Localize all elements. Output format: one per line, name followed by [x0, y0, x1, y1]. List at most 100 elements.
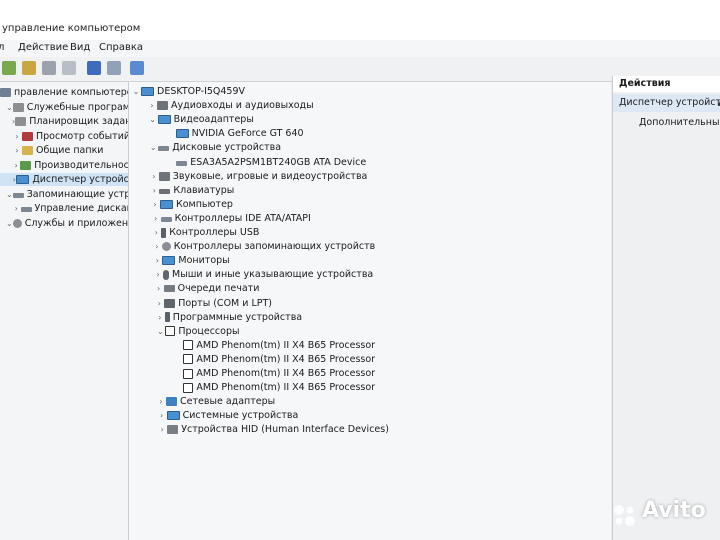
console-tree-label: Службы и приложения — [24, 217, 129, 229]
device-category[interactable]: › Аудиовходы и аудиовыходы — [147, 99, 313, 112]
watermark-text: Avito — [642, 498, 706, 523]
device-category-label: Устройства HID (Human Interface Devices) — [181, 424, 389, 436]
device-item[interactable]: NVIDIA GeForce GT 640 — [175, 127, 304, 140]
device-category[interactable]: › Программные устройства — [155, 311, 302, 324]
expand-chevron-icon[interactable]: ⌄ — [6, 103, 13, 112]
device-category[interactable]: › Порты (COM и LPT) — [154, 297, 272, 310]
disk-icon — [176, 160, 188, 166]
device-item-label: AMD Phenom(tm) II X4 B65 Processor — [196, 368, 376, 379]
collapse-chevron-icon[interactable]: ⌄ — [148, 115, 158, 124]
expand-chevron-icon[interactable]: › — [154, 284, 164, 293]
menu-help[interactable]: Справка — [99, 42, 143, 53]
tree-node-icon — [16, 175, 30, 184]
menu-file-fragment[interactable]: л — [0, 42, 4, 53]
device-tree-root[interactable]: ⌄ DESKTOP-I5Q459V — [131, 85, 245, 98]
back-icon[interactable] — [2, 61, 16, 75]
actions-more[interactable]: Дополнительные — [639, 117, 720, 128]
device-item[interactable]: AMD Phenom(tm) II X4 B65 Processor — [183, 353, 375, 366]
help-icon[interactable] — [87, 61, 101, 75]
device-item[interactable]: AMD Phenom(tm) II X4 B65 Processor — [183, 367, 375, 380]
console-tree-label: Планировщик заданий — [29, 116, 128, 127]
show-hide-tree-icon[interactable] — [42, 61, 56, 75]
menu-action[interactable]: Действие — [18, 42, 68, 53]
device-category[interactable]: › Контроллеры USB — [151, 226, 260, 239]
console-tree-label: Общие папки — [36, 145, 104, 156]
expand-chevron-icon[interactable]: › — [149, 186, 159, 195]
expand-chevron-icon[interactable]: › — [155, 313, 165, 322]
menu-bar: л Действие Вид Справка — [0, 40, 720, 57]
expand-chevron-icon[interactable]: › — [157, 411, 167, 420]
monitor-icon[interactable] — [130, 61, 144, 75]
console-tree-item[interactable]: ›Диспетчер устройств — [0, 173, 128, 186]
expand-chevron-icon[interactable]: ⌄ — [6, 190, 13, 199]
root-label: DESKTOP-I5Q459V — [157, 86, 246, 97]
monitor-icon — [175, 129, 189, 139]
menu-view[interactable]: Вид — [70, 42, 90, 53]
device-category[interactable]: › Контроллеры IDE ATA/ATAPI — [151, 212, 311, 225]
computer-icon — [141, 87, 154, 96]
device-category[interactable]: ⌄ Дисковые устройства — [148, 141, 281, 154]
collapse-chevron-icon[interactable]: ⌄ — [131, 87, 141, 96]
expand-chevron-icon[interactable]: › — [152, 256, 162, 265]
console-tree-item[interactable]: ›Планировщик заданий — [0, 115, 128, 128]
tree-node-icon — [15, 117, 27, 126]
tree-node-icon — [22, 131, 33, 141]
expand-chevron-icon[interactable]: › — [147, 101, 157, 110]
expand-chevron-icon[interactable]: › — [150, 200, 160, 209]
device-category[interactable]: › Устройства HID (Human Interface Devices… — [157, 423, 389, 436]
scan-hardware-icon[interactable] — [107, 61, 121, 75]
device-category-label: Дисковые устройства — [172, 142, 282, 154]
expand-chevron-icon[interactable]: › — [12, 204, 21, 213]
expand-chevron-icon[interactable]: › — [12, 146, 22, 155]
device-item[interactable]: AMD Phenom(tm) II X4 B65 Processor — [183, 381, 375, 394]
expand-chevron-icon[interactable]: › — [156, 397, 166, 406]
expand-chevron-icon[interactable]: › — [12, 161, 20, 170]
speaker-icon — [157, 101, 168, 111]
console-tree-item[interactable]: › Управление дисками — [0, 202, 128, 215]
device-category-label: Мониторы — [178, 255, 230, 267]
avito-logo-icon — [614, 505, 635, 526]
expand-chevron-icon[interactable]: › — [12, 132, 22, 141]
console-tree-item[interactable]: › Общие папки — [0, 144, 128, 157]
console-tree-item[interactable]: ⌄ Служебные программы — [0, 101, 128, 114]
title-bar: управление компьютером — [0, 0, 720, 40]
expand-chevron-icon[interactable]: › — [149, 172, 159, 181]
device-category[interactable]: › Компьютер — [150, 198, 233, 211]
collapse-chevron-icon[interactable]: ⌄ — [148, 143, 158, 152]
device-item[interactable]: AMD Phenom(tm) II X4 B65 Processor — [183, 339, 375, 352]
monitor-icon — [157, 115, 171, 125]
device-item[interactable]: ESA3A5A2PSM1BT240GB ATA Device — [176, 156, 366, 169]
properties-icon[interactable] — [62, 61, 76, 75]
expand-chevron-icon[interactable]: ⌄ — [6, 219, 13, 228]
device-category[interactable]: › Сетевые адаптеры — [156, 395, 275, 408]
device-category[interactable]: › Клавиатуры — [149, 184, 235, 197]
device-category[interactable]: › Мониторы — [152, 254, 230, 267]
up-folder-icon[interactable] — [22, 61, 36, 75]
console-tree-item[interactable]: ⌄ Службы и приложения — [0, 217, 129, 230]
expand-chevron-icon[interactable]: › — [154, 299, 164, 308]
expand-chevron-icon[interactable]: › — [157, 425, 167, 434]
console-tree-label: Производительность — [34, 159, 129, 171]
device-category[interactable]: ⌄ Процессоры — [155, 325, 239, 338]
device-category[interactable]: › Контроллеры запоминающих устройств — [152, 240, 375, 253]
device-category-label: Клавиатуры — [173, 184, 235, 196]
device-category[interactable]: › Системные устройства — [157, 409, 298, 422]
expand-chevron-icon[interactable]: › — [151, 228, 161, 237]
console-tree-item[interactable]: › Производительность — [0, 159, 129, 172]
device-category[interactable]: › Звуковые, игровые и видеоустройства — [149, 170, 367, 183]
collapse-chevron-icon[interactable]: ⌄ — [155, 327, 165, 336]
expand-chevron-icon[interactable]: › — [152, 242, 162, 251]
device-category-label: Процессоры — [178, 325, 240, 337]
expand-chevron-icon[interactable]: › — [151, 214, 161, 223]
device-category[interactable]: › Очереди печати — [154, 282, 259, 295]
console-tree-item[interactable]: правление компьютером (л — [0, 86, 128, 99]
actions-device-manager[interactable]: Диспетчер устройств ▲ — [613, 94, 720, 112]
device-category[interactable]: ⌄ Видеоадаптеры — [148, 113, 254, 126]
expand-chevron-icon[interactable]: › — [153, 270, 163, 279]
console-tree-item[interactable]: ⌄ Запоминающие устройст — [0, 188, 128, 201]
device-item-label: NVIDIA GeForce GT 640 — [191, 128, 304, 140]
device-category[interactable]: › Мыши и иные указывающие устройства — [153, 268, 373, 281]
hid-icon — [167, 425, 179, 435]
console-tree-item[interactable]: › Просмотр событий — [0, 130, 128, 143]
device-category-label: Порты (COM и LPT) — [178, 297, 272, 309]
